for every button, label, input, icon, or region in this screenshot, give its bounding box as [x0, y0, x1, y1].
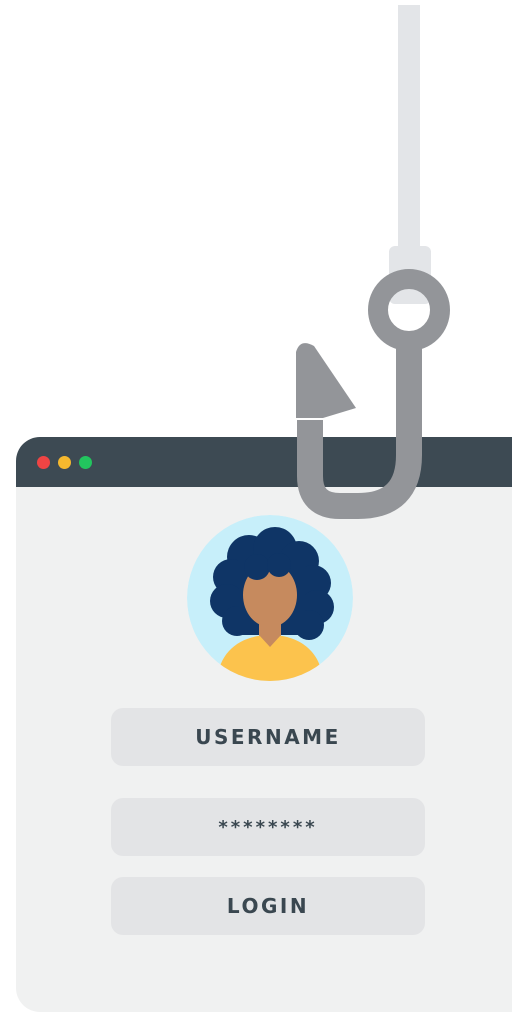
login-button[interactable]: LOGIN: [111, 877, 425, 935]
hook-eye: [368, 269, 450, 351]
minimize-dot-icon[interactable]: [58, 456, 71, 469]
password-field[interactable]: ********: [111, 798, 425, 856]
username-field[interactable]: USERNAME: [111, 708, 425, 766]
hook-barb: [296, 343, 356, 418]
user-avatar-icon: [187, 515, 353, 681]
fishing-line: [398, 5, 420, 255]
close-dot-icon[interactable]: [37, 456, 50, 469]
phishing-login-illustration: USERNAME ******** LOGIN: [0, 0, 512, 1013]
window-title-bar: [16, 437, 512, 487]
maximize-dot-icon[interactable]: [79, 456, 92, 469]
hook-knot: [389, 246, 431, 304]
login-window: USERNAME ******** LOGIN: [16, 437, 512, 1012]
